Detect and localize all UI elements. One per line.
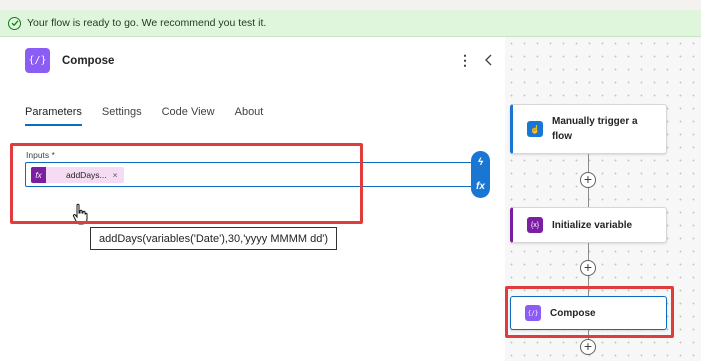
add-step-plus-icon[interactable]: + [580, 172, 596, 188]
panel-title: Compose [62, 54, 115, 67]
tab-about[interactable]: About [235, 106, 264, 126]
variable-icon: {x} [527, 217, 543, 233]
success-banner: Your flow is ready to go. We recommend y… [0, 10, 701, 37]
top-strip [0, 0, 701, 10]
action-details-panel: {/} Compose ⋮ Parameters Settings Code V… [0, 37, 505, 361]
expression-tooltip: addDays(variables('Date'),30,'yyyy MMMM … [90, 227, 338, 250]
inputs-highlight-box [10, 143, 363, 224]
tab-settings[interactable]: Settings [102, 106, 142, 126]
tab-parameters[interactable]: Parameters [25, 106, 82, 126]
expression-editor-icon[interactable]: fx [476, 181, 485, 192]
panel-tabs: Parameters Settings Code View About [25, 106, 283, 126]
flow-card-manual-trigger[interactable]: ☝ Manually trigger a flow [510, 104, 667, 154]
add-step-plus-icon[interactable]: + [580, 260, 596, 276]
flow-card-initialize-variable[interactable]: {x} Initialize variable [510, 207, 667, 243]
checkmark-circle-icon [8, 16, 21, 30]
flow-canvas: ☝ Manually trigger a flow + {x} Initiali… [505, 37, 701, 361]
add-step-plus-icon[interactable]: + [580, 339, 596, 355]
compose-icon: {/} [25, 48, 50, 73]
more-options-icon[interactable]: ⋮ [458, 52, 472, 68]
tab-code-view[interactable]: Code View [162, 106, 215, 126]
card-label: Initialize variable [552, 219, 633, 231]
card-label: Manually trigger a flow [552, 116, 638, 142]
panel-header: {/} Compose [25, 48, 114, 73]
hand-touch-icon: ☝ [527, 121, 543, 137]
insert-buttons: ϟ fx [471, 151, 490, 198]
collapse-chevron-icon[interactable] [483, 52, 495, 68]
banner-message: Your flow is ready to go. We recommend y… [27, 17, 267, 29]
compose-card-highlight-box [505, 286, 674, 338]
dynamic-content-icon[interactable]: ϟ [478, 157, 483, 168]
